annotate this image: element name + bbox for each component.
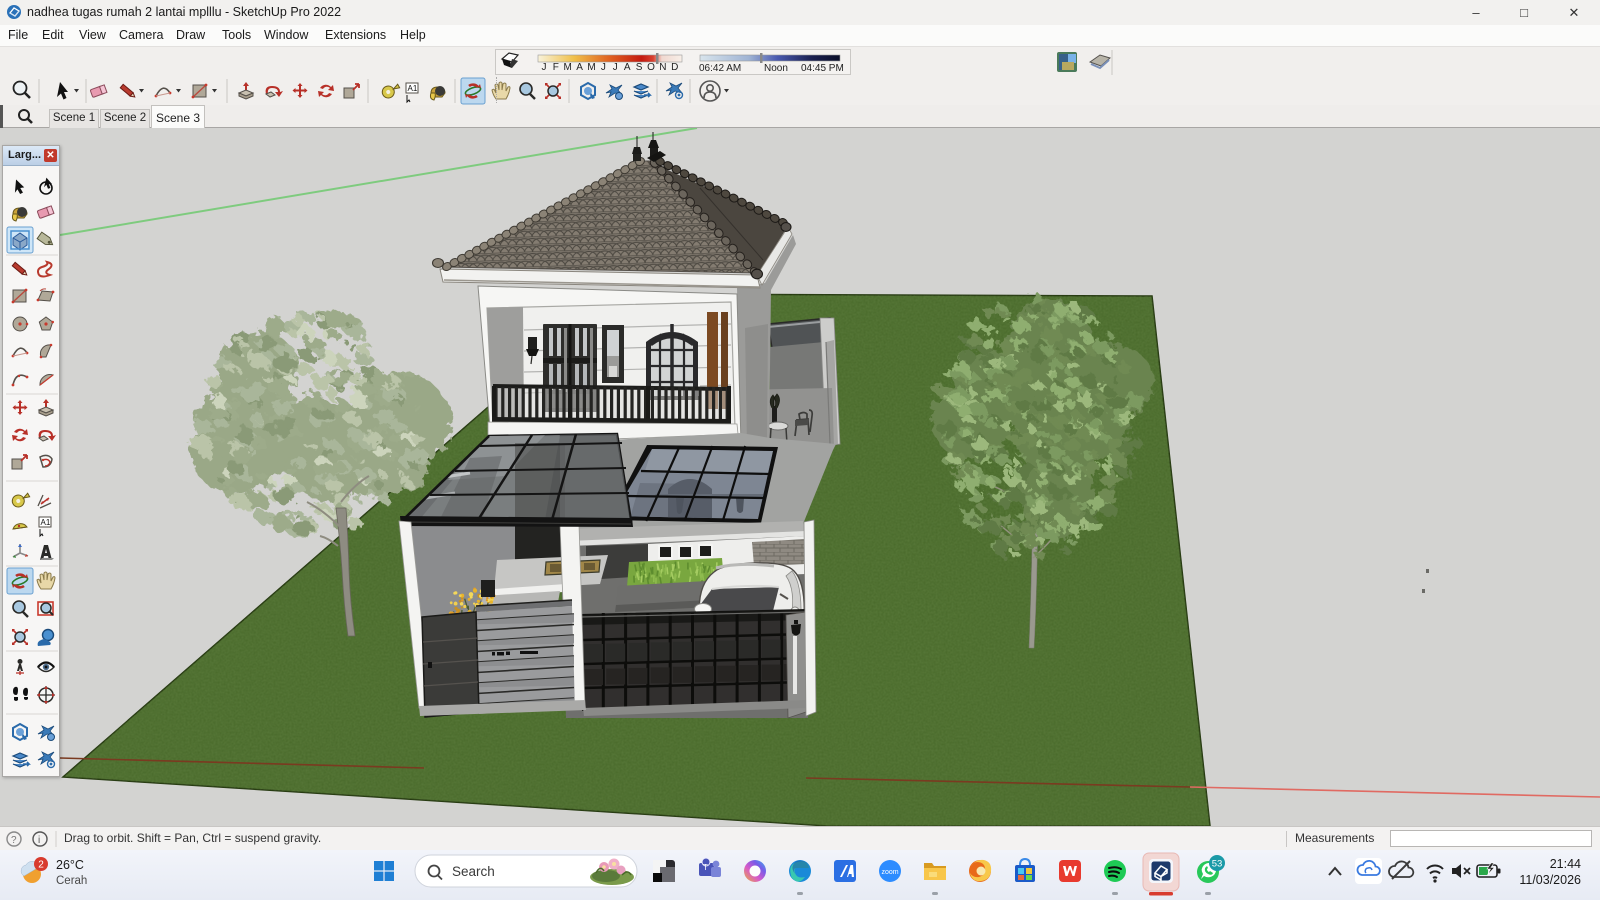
- svg-text:A1: A1: [41, 518, 51, 527]
- svg-text:T: T: [703, 863, 708, 872]
- svg-text:21:44: 21:44: [1550, 857, 1581, 871]
- svg-text:2: 2: [38, 860, 44, 871]
- svg-text:i: i: [38, 835, 40, 846]
- svg-text:zoom: zoom: [881, 869, 898, 876]
- svg-text:53: 53: [1212, 859, 1223, 870]
- svg-text:26°C: 26°C: [56, 858, 84, 872]
- svg-text:Search: Search: [452, 864, 495, 879]
- svg-text:Cerah: Cerah: [56, 875, 87, 887]
- svg-text:11/03/2026: 11/03/2026: [1519, 873, 1581, 887]
- svg-text:?: ?: [11, 835, 17, 846]
- svg-text:A1: A1: [408, 84, 418, 93]
